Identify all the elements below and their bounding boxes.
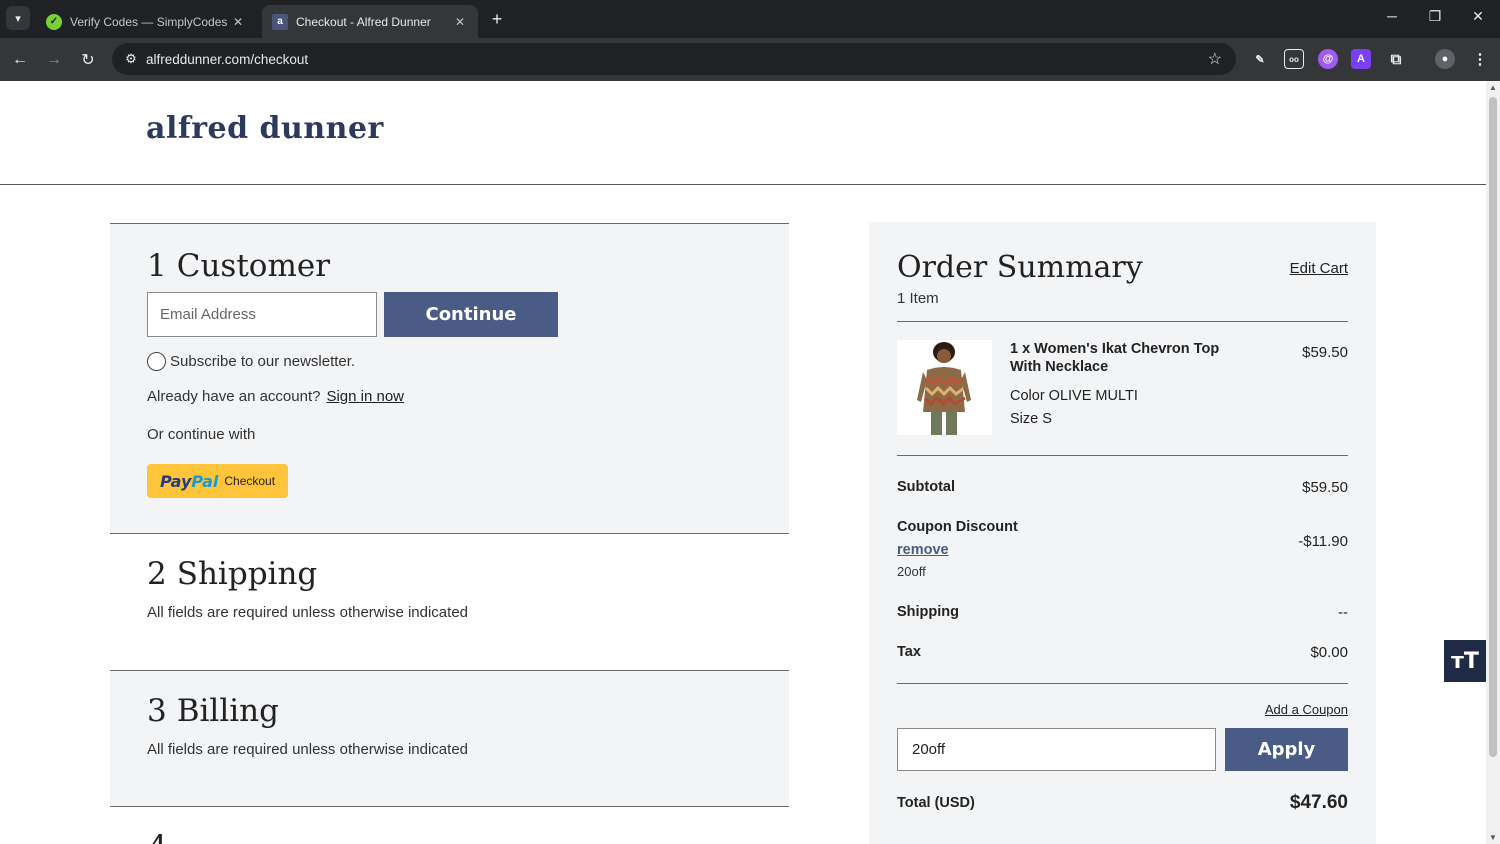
header-divider	[0, 184, 1486, 185]
shipping-step: 2 Shipping All fields are required unless…	[110, 533, 789, 670]
step-label: Billing	[176, 693, 279, 729]
text-size-accessibility-button[interactable]: тT	[1444, 640, 1486, 682]
product-size: Size S	[1010, 411, 1052, 427]
continue-with-text: Or continue with	[147, 426, 256, 443]
tab-title: Verify Codes — SimplyCodes	[70, 14, 228, 29]
product-image	[897, 340, 992, 435]
step-number: 3	[147, 693, 167, 729]
coupon-discount-label: Coupon Discount	[897, 519, 1018, 535]
scroll-down-icon[interactable]: ▼	[1488, 833, 1498, 842]
tab-title: Checkout - Alfred Dunner	[296, 14, 431, 29]
billing-note: All fields are required unless otherwise…	[147, 741, 469, 758]
swirl-icon[interactable]: @	[1318, 49, 1338, 69]
a-icon[interactable]: A	[1351, 49, 1371, 69]
close-tab-icon[interactable]: ✕	[452, 15, 468, 29]
paypal-checkout-label: Checkout	[224, 474, 276, 488]
paypal-logo-pay: Pay	[159, 471, 192, 491]
coupon-code-input[interactable]	[897, 728, 1216, 771]
product-color: Color OLIVE MULTI	[1010, 388, 1138, 404]
remove-coupon-link[interactable]: remove	[897, 542, 949, 558]
apply-coupon-button[interactable]: Apply	[1225, 728, 1348, 771]
order-summary-title: Order Summary	[897, 250, 1143, 285]
subtotal-label: Subtotal	[897, 479, 955, 495]
coupon-discount-value: -$11.90	[1298, 533, 1348, 550]
text-size-icon: тT	[1451, 648, 1479, 674]
url-text[interactable]: alfreddunner.com/checkout	[146, 52, 308, 67]
tab-simplycodes[interactable]: ✓ Verify Codes — SimplyCodes ✕	[36, 5, 256, 38]
billing-step: 3 Billing All fields are required unless …	[110, 670, 789, 807]
site-logo[interactable]: alfred dunner	[146, 111, 384, 146]
close-window-icon[interactable]: ✕	[1466, 8, 1490, 25]
billing-step-title: 3 Billing	[147, 693, 279, 729]
product-price: $59.50	[1302, 344, 1348, 361]
step-number: 2	[147, 556, 167, 592]
shipping-note: All fields are required unless otherwise…	[147, 604, 469, 621]
summary-divider	[897, 321, 1348, 322]
tab-search-button[interactable]: ▾	[6, 6, 30, 30]
applied-coupon-code: 20off	[897, 564, 926, 579]
newsletter-option[interactable]: Subscribe to our newsletter.	[147, 352, 355, 371]
total-value: $47.60	[1289, 792, 1348, 813]
reader-icon[interactable]: oo	[1284, 49, 1304, 69]
customer-step: 1Customer Continue Subscribe to our news…	[110, 223, 789, 533]
reload-icon[interactable]: ↻	[76, 48, 100, 72]
site-info-icon[interactable]: ⚙	[116, 51, 146, 67]
sign-in-link[interactable]: Sign in now	[326, 388, 404, 405]
tax-value: $0.00	[1310, 644, 1348, 661]
edit-cart-link[interactable]: Edit Cart	[1290, 260, 1348, 277]
shipping-label: Shipping	[897, 604, 960, 620]
profile-icon[interactable]: ●	[1435, 49, 1455, 69]
browser-tab-strip: ▾ ✓ Verify Codes — SimplyCodes ✕ a Check…	[0, 0, 1500, 38]
total-label: Total (USD)	[897, 795, 975, 811]
newsletter-checkbox[interactable]	[147, 352, 166, 371]
back-arrow-icon[interactable]: ←	[8, 48, 32, 72]
paypal-checkout-button[interactable]: PayPal Checkout	[147, 464, 288, 498]
item-count: 1 Item	[897, 290, 939, 307]
sign-in-prompt: Already have an account? Sign in now	[147, 388, 404, 405]
bookmark-star-icon[interactable]: ☆	[1208, 49, 1222, 69]
shipping-value: --	[1338, 604, 1348, 621]
shipping-step-title: 2 Shipping	[147, 556, 317, 592]
newsletter-label: Subscribe to our newsletter.	[170, 353, 356, 370]
email-input[interactable]	[147, 292, 377, 337]
summary-divider	[897, 455, 1348, 456]
new-tab-button[interactable]: +	[486, 8, 508, 30]
simplycodes-favicon-icon: ✓	[46, 13, 62, 30]
step-number: 1	[147, 248, 167, 284]
summary-divider	[897, 683, 1348, 684]
paypal-logo: PayPal	[160, 472, 218, 491]
paypal-logo-pal: Pal	[191, 471, 219, 491]
customer-step-title: 1 Customer	[147, 248, 330, 284]
subtotal-value: $59.50	[1302, 479, 1348, 496]
scroll-up-icon[interactable]: ▲	[1488, 83, 1498, 92]
page-scrollbar[interactable]: ▲ ▼	[1486, 81, 1500, 844]
puzzle-icon[interactable]: ⧉	[1386, 49, 1406, 69]
tab-checkout[interactable]: a Checkout - Alfred Dunner ✕	[262, 5, 478, 38]
forward-arrow-icon[interactable]: →	[42, 48, 66, 72]
account-prompt-text: Already have an account?	[147, 388, 321, 405]
alfreddunner-favicon-icon: a	[272, 13, 288, 30]
restore-icon[interactable]: ❐	[1423, 8, 1447, 25]
add-coupon-link[interactable]: Add a Coupon	[1265, 702, 1348, 717]
continue-button[interactable]: Continue	[384, 292, 558, 337]
payment-step-title-peek: 4	[148, 829, 168, 844]
menu-dots-icon[interactable]: ⋮	[1470, 49, 1490, 69]
pen-icon[interactable]: ✎	[1250, 49, 1270, 69]
product-thumbnail-svg	[897, 340, 992, 435]
browser-toolbar: ← → ↻ ⚙ alfreddunner.com/checkout ☆ ✎ oo…	[0, 38, 1500, 81]
minimize-icon[interactable]: ─	[1380, 8, 1404, 24]
close-tab-icon[interactable]: ✕	[230, 15, 246, 29]
product-name: 1 x Women's Ikat Chevron Top With Neckla…	[1010, 341, 1220, 375]
scroll-thumb[interactable]	[1489, 97, 1497, 757]
step-label: Customer	[176, 248, 331, 284]
order-summary: Order Summary Edit Cart 1 Item 1 x Women…	[869, 222, 1376, 844]
tax-label: Tax	[897, 644, 921, 660]
step-label: Shipping	[176, 556, 318, 592]
checkout-page: alfred dunner 1Customer Continue Subscri…	[0, 81, 1486, 844]
address-bar[interactable]: ⚙ alfreddunner.com/checkout ☆	[112, 43, 1236, 75]
